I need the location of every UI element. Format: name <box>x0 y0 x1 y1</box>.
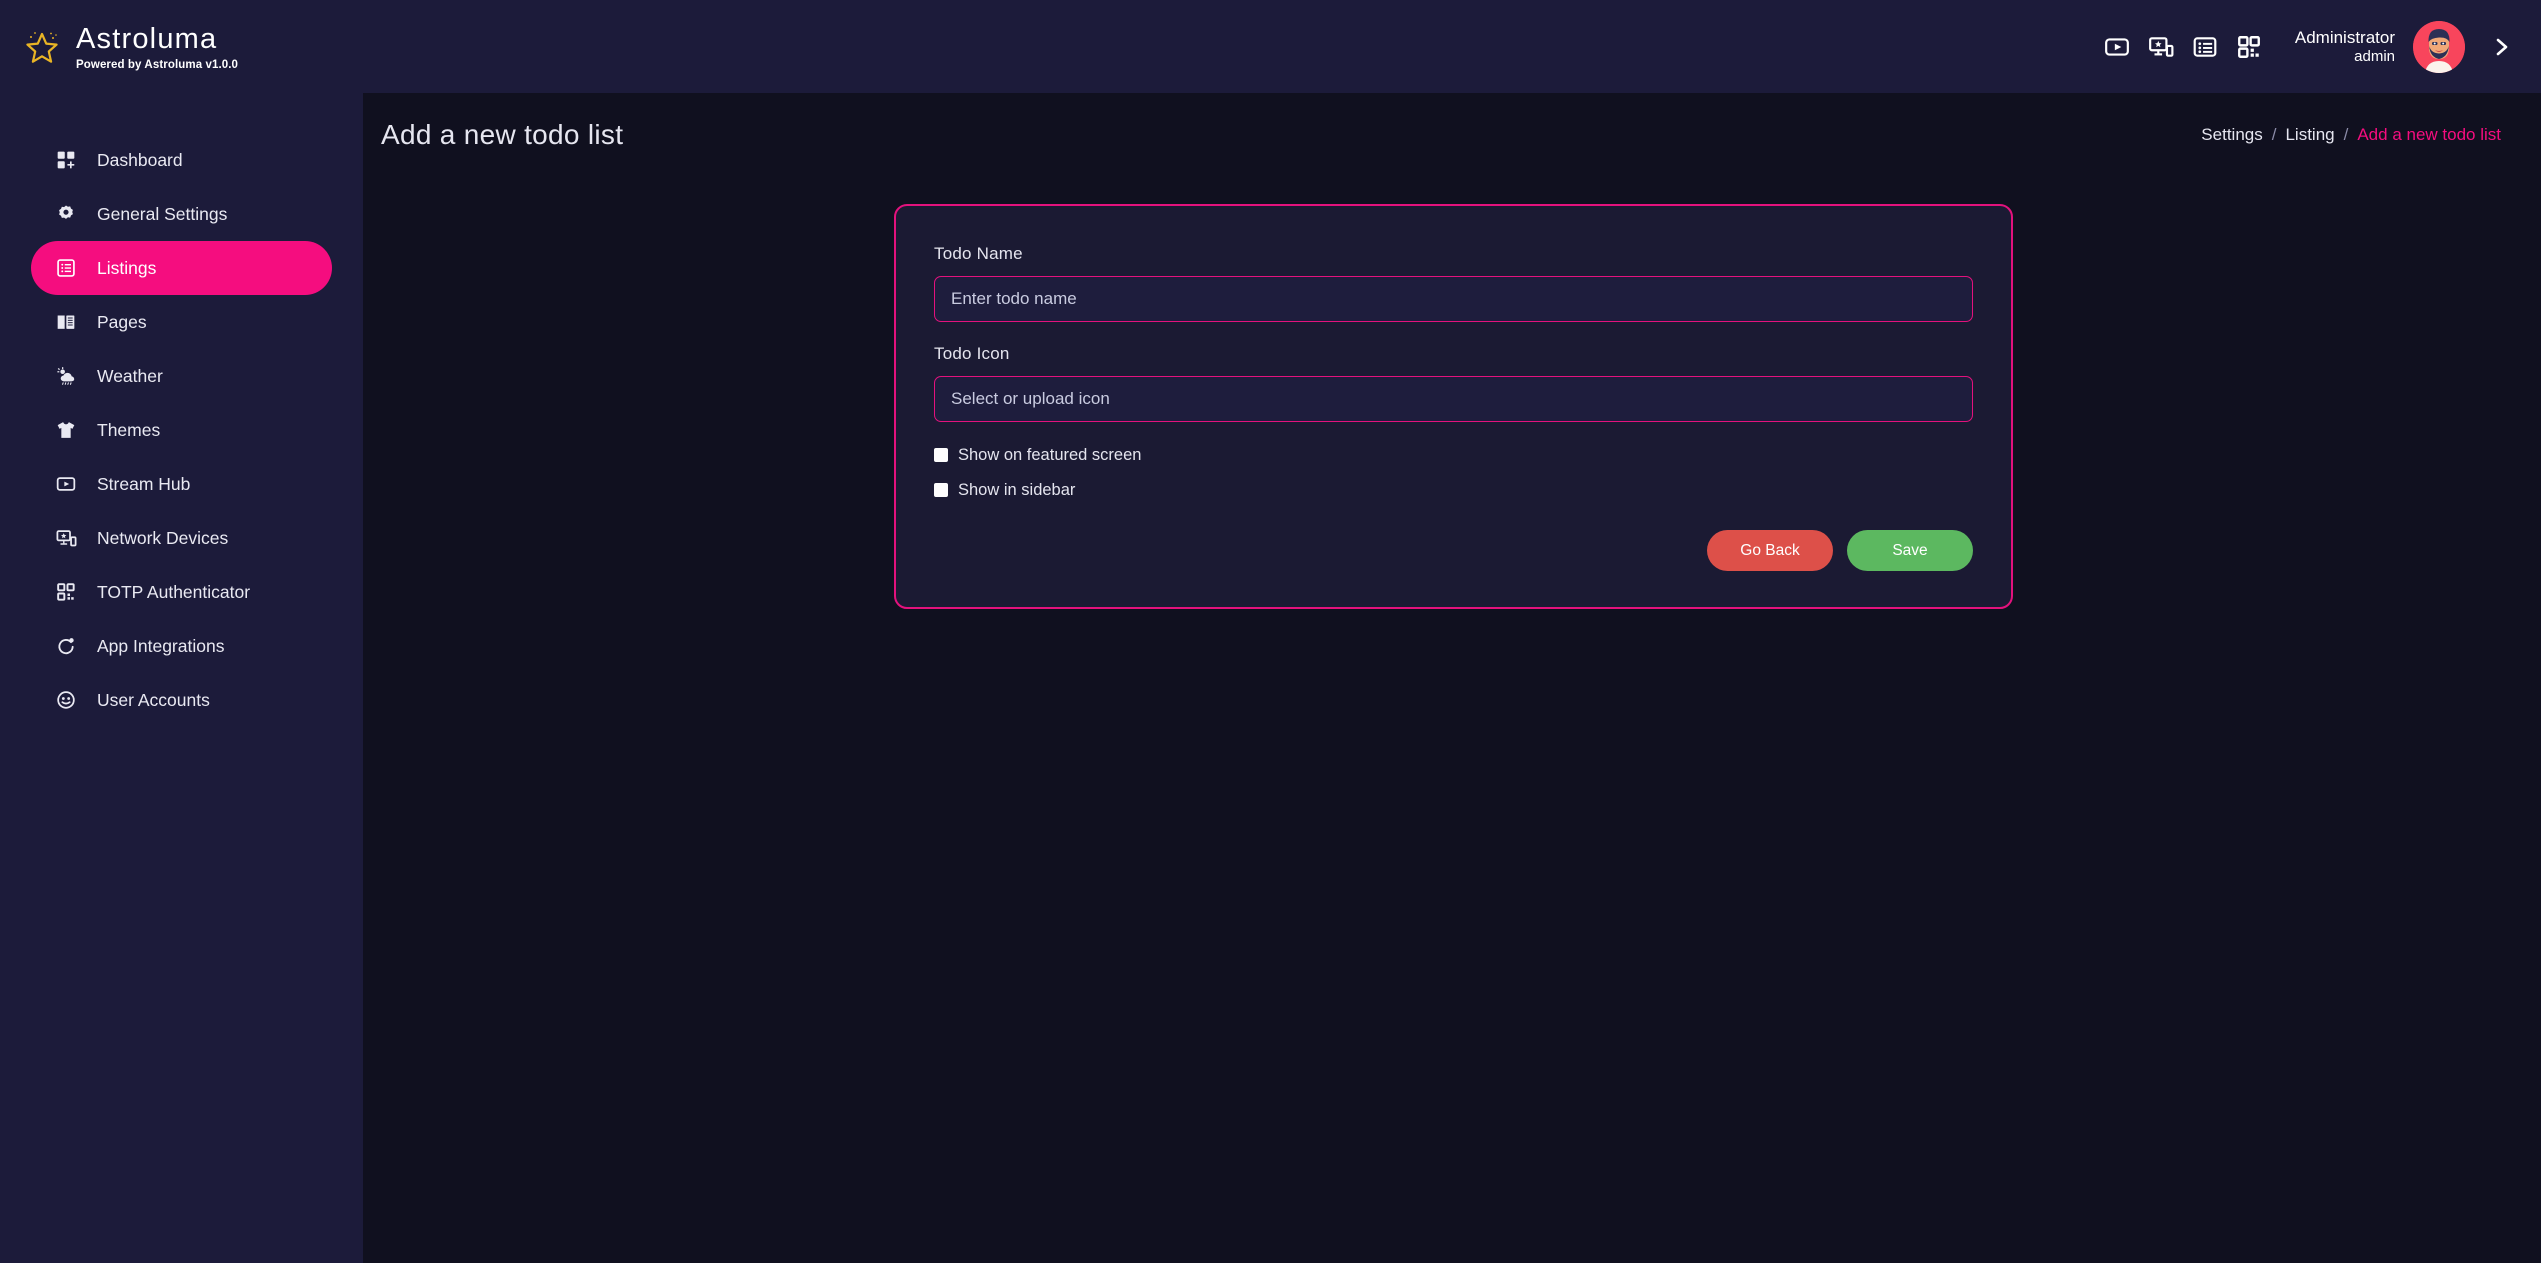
sidebar-item-network-devices[interactable]: Network Devices <box>31 511 332 565</box>
sidebar-item-label: TOTP Authenticator <box>97 581 251 602</box>
list-icon[interactable] <box>2183 25 2227 69</box>
page-header: Add a new todo list Settings / Listing /… <box>363 93 2541 176</box>
sidebar-item-totp-authenticator[interactable]: TOTP Authenticator <box>31 565 332 619</box>
video-play-icon <box>55 473 77 495</box>
sidebar: Dashboard General Settings Listings Page… <box>0 93 363 1263</box>
sidebar-item-pages[interactable]: Pages <box>31 295 332 349</box>
dashboard-grid-icon <box>55 149 77 171</box>
sidebar-item-label: App Integrations <box>97 635 225 656</box>
screen-cast-icon[interactable] <box>2139 25 2183 69</box>
breadcrumb-item-settings[interactable]: Settings <box>2201 125 2262 145</box>
book-icon <box>55 311 77 333</box>
brand-subtitle: Powered by Astroluma v1.0.0 <box>76 58 239 71</box>
todo-form-card: Todo Name Todo Icon Show on featured scr… <box>894 204 2013 609</box>
sidebar-item-general-settings[interactable]: General Settings <box>31 187 332 241</box>
sidebar-item-label: Weather <box>97 365 163 386</box>
top-header-bar: Astroluma Powered by Astroluma v1.0.0 Ad… <box>0 0 2541 93</box>
breadcrumb-item-current: Add a new todo list <box>2357 124 2501 144</box>
cloud-rain-sun-icon <box>55 365 77 387</box>
sidebar-item-label: Listings <box>97 257 157 278</box>
gear-icon <box>55 203 77 225</box>
user-username: admin <box>2354 47 2395 65</box>
save-button[interactable]: Save <box>1847 530 1973 571</box>
sidebar-visibility-checkbox[interactable] <box>934 483 948 497</box>
featured-screen-checkbox-row[interactable]: Show on featured screen <box>934 442 1973 468</box>
refresh-dot-icon <box>55 635 77 657</box>
sidebar-visibility-label: Show in sidebar <box>958 480 1076 499</box>
screen-cast-icon <box>55 527 77 549</box>
sidebar-item-stream-hub[interactable]: Stream Hub <box>31 457 332 511</box>
breadcrumb-item-listing[interactable]: Listing <box>2285 125 2334 145</box>
featured-screen-checkbox[interactable] <box>934 448 948 462</box>
sidebar-visibility-checkbox-row[interactable]: Show in sidebar <box>934 477 1973 503</box>
go-back-button[interactable]: Go Back <box>1707 530 1833 571</box>
sidebar-item-label: Dashboard <box>97 149 183 170</box>
sidebar-item-label: Network Devices <box>97 527 229 548</box>
breadcrumb: Settings / Listing / Add a new todo list <box>2201 125 2501 145</box>
sidebar-item-label: Stream Hub <box>97 473 191 494</box>
featured-screen-label: Show on featured screen <box>958 445 1142 464</box>
todo-icon-label: Todo Icon <box>934 344 1010 363</box>
page-title: Add a new todo list <box>381 118 624 150</box>
qr-code-icon[interactable] <box>2227 25 2271 69</box>
user-role: Administrator <box>2294 27 2395 47</box>
list-box-icon <box>55 257 77 279</box>
star-icon <box>22 27 62 67</box>
user-info[interactable]: Administrator admin <box>2295 27 2395 67</box>
breadcrumb-separator: / <box>2343 124 2349 144</box>
brand-title: Astroluma <box>76 22 218 55</box>
todo-name-input[interactable] <box>934 276 1973 322</box>
sidebar-item-dashboard[interactable]: Dashboard <box>31 133 332 187</box>
brand-logo[interactable]: Astroluma Powered by Astroluma v1.0.0 <box>0 0 363 93</box>
qr-code-icon <box>55 581 77 603</box>
sidebar-nav: Dashboard General Settings Listings Page… <box>0 93 363 727</box>
header-actions: Administrator admin <box>2095 0 2541 93</box>
todo-icon-input[interactable] <box>934 376 1973 422</box>
breadcrumb-separator: / <box>2271 124 2277 144</box>
sidebar-item-label: Themes <box>97 419 161 440</box>
form-actions: Go Back Save <box>934 530 1973 571</box>
sidebar-item-user-accounts[interactable]: User Accounts <box>31 673 332 727</box>
avatar[interactable] <box>2413 20 2465 73</box>
sidebar-item-themes[interactable]: Themes <box>31 403 332 457</box>
todo-name-label: Todo Name <box>934 244 1023 263</box>
sidebar-item-app-integrations[interactable]: App Integrations <box>31 619 332 673</box>
sidebar-item-label: User Accounts <box>97 689 210 710</box>
user-face-icon <box>55 689 77 711</box>
sidebar-item-label: Pages <box>97 311 147 332</box>
sidebar-item-label: General Settings <box>97 203 228 224</box>
chevron-right-icon[interactable] <box>2479 25 2523 69</box>
tshirt-icon <box>55 419 77 441</box>
sidebar-item-weather[interactable]: Weather <box>31 349 332 403</box>
sidebar-item-listings[interactable]: Listings <box>31 241 332 295</box>
video-play-icon[interactable] <box>2095 25 2139 69</box>
